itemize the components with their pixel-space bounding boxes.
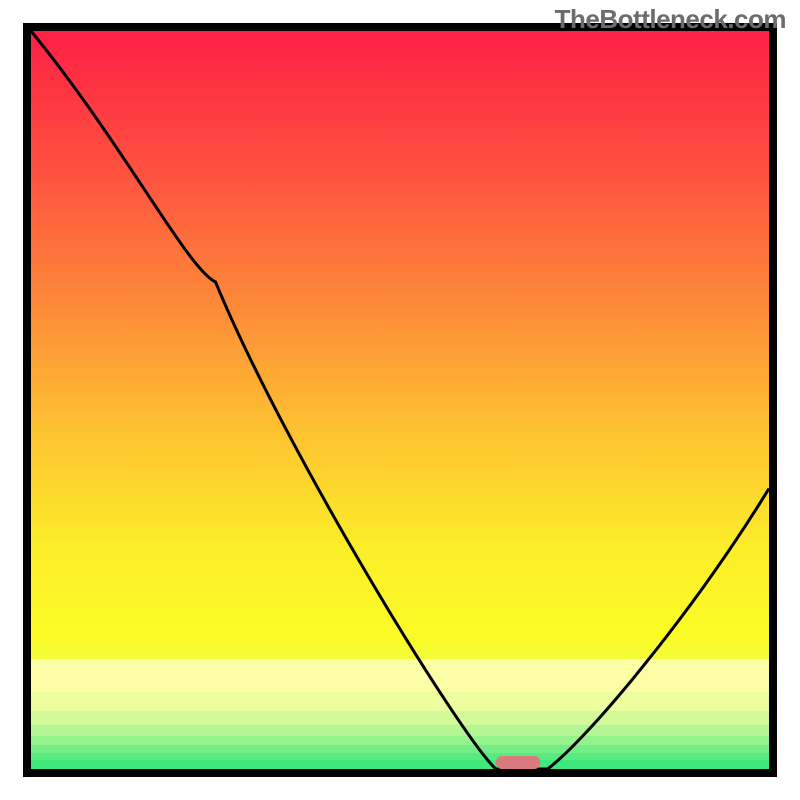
watermark-text: TheBottleneck.com	[555, 4, 786, 35]
bottleneck-chart	[0, 0, 800, 800]
chart-container: TheBottleneck.com	[0, 0, 800, 800]
optimum-marker	[496, 756, 540, 769]
heat-gradient-background	[31, 31, 769, 769]
bottom-color-bands	[31, 659, 769, 769]
